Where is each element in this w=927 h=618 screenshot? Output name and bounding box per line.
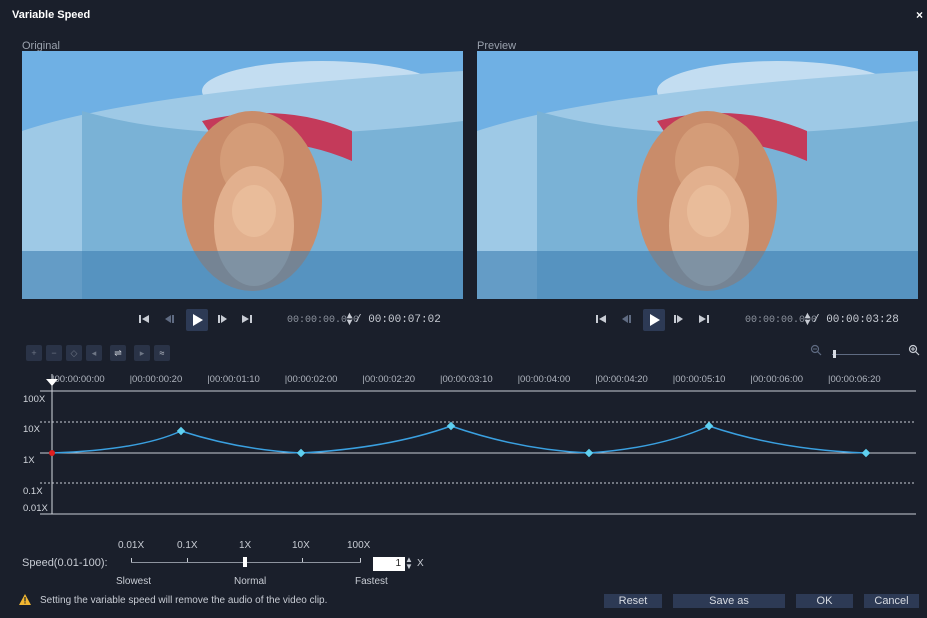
preview-timecode-spinner[interactable]: ▲ ▼ <box>803 311 812 327</box>
go-to-end-icon[interactable] <box>698 313 712 328</box>
cancel-button[interactable]: Cancel <box>864 594 919 608</box>
keyframe <box>176 426 186 436</box>
speed-value-input[interactable]: 1 <box>373 557 405 571</box>
speed-slider-tick <box>360 558 361 562</box>
original-duration: / 00:00:07:02 <box>355 314 441 326</box>
next-frame-icon[interactable] <box>673 313 685 328</box>
speed-slowest-label: Slowest <box>116 576 152 587</box>
ok-button[interactable]: OK <box>796 594 853 608</box>
previous-keyframe-icon[interactable]: ◂ <box>86 345 102 361</box>
speed-slider-handle[interactable] <box>243 557 247 567</box>
keyframe <box>584 448 594 458</box>
speed-tick-label: 1X <box>239 540 252 551</box>
title-bar <box>0 0 927 30</box>
speed-unit: X <box>417 558 424 569</box>
warning-icon <box>19 594 31 608</box>
speed-graph[interactable] <box>0 370 927 520</box>
keyframe <box>704 421 714 431</box>
add-keyframe-icon[interactable]: + <box>26 345 42 361</box>
previous-frame-icon[interactable] <box>163 313 175 328</box>
preview-duration: / 00:00:03:28 <box>813 314 899 326</box>
reverse-keyframes-icon[interactable]: ⇌ <box>110 345 126 361</box>
speed-tick-label: 0.1X <box>177 540 198 551</box>
speed-tick-label: 0.01X <box>118 540 145 551</box>
window-title: Variable Speed <box>12 9 91 21</box>
playhead-marker <box>46 379 58 386</box>
speed-slider-tick <box>131 558 132 562</box>
speed-tick-label: 10X <box>292 540 310 551</box>
play-icon <box>193 314 203 326</box>
play-button[interactable] <box>186 309 208 331</box>
reset-keyframe-icon[interactable]: ◇ <box>66 345 82 361</box>
speed-normal-label: Normal <box>234 576 267 587</box>
previous-frame-icon[interactable] <box>620 313 632 328</box>
go-to-start-icon[interactable] <box>595 313 607 328</box>
zoom-out-icon[interactable] <box>810 344 822 359</box>
preview-video <box>477 51 918 299</box>
warning-text: Setting the variable speed will remove t… <box>40 595 328 606</box>
play-icon <box>650 314 660 326</box>
go-to-start-icon[interactable] <box>138 313 150 328</box>
save-as-button[interactable]: Save as <box>673 594 785 608</box>
reset-button[interactable]: Reset <box>604 594 662 608</box>
go-to-end-icon[interactable] <box>241 313 255 328</box>
play-button[interactable] <box>643 309 665 331</box>
remove-keyframe-icon[interactable]: − <box>46 345 62 361</box>
next-keyframe-icon[interactable]: ▸ <box>134 345 150 361</box>
speed-value-spinner[interactable]: ▲ ▼ <box>405 556 413 571</box>
next-frame-icon[interactable] <box>217 313 229 328</box>
smooth-keyframes-icon[interactable]: ≈ <box>154 345 170 361</box>
speed-tick-label: 100X <box>347 540 371 551</box>
keyframe <box>296 448 306 458</box>
zoom-in-icon[interactable] <box>908 344 920 359</box>
speed-label: Speed(0.01-100): <box>22 557 108 569</box>
close-button[interactable]: × <box>916 8 923 22</box>
speed-curve <box>51 425 867 454</box>
zoom-slider-handle[interactable] <box>833 350 836 358</box>
original-timecode-spinner[interactable]: ▲ ▼ <box>345 311 354 327</box>
original-video <box>22 51 463 299</box>
keyframe-start <box>49 450 55 456</box>
speed-slider-tick <box>302 558 303 562</box>
speed-slider-tick <box>187 558 188 562</box>
keyframe <box>446 421 456 431</box>
zoom-slider-track[interactable] <box>832 354 900 355</box>
keyframe <box>861 448 871 458</box>
speed-fastest-label: Fastest <box>355 576 388 587</box>
